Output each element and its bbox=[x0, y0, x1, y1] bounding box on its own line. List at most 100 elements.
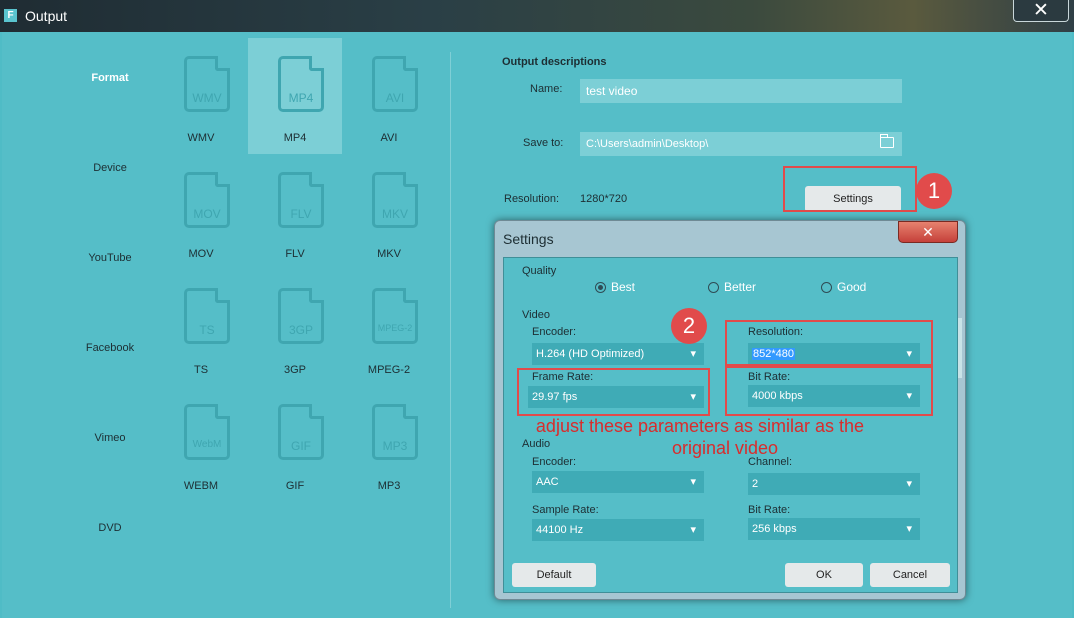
category-youtube[interactable]: YouTube bbox=[62, 252, 158, 264]
audio-bit-rate-value: 256 kbps bbox=[752, 523, 797, 535]
highlight-box-resolution bbox=[725, 320, 933, 366]
radio-icon bbox=[821, 281, 832, 293]
file-icon: WMV bbox=[184, 56, 230, 112]
format-mp3[interactable]: MP3 MP3 bbox=[342, 386, 436, 502]
cancel-button[interactable]: Cancel bbox=[870, 563, 950, 587]
resolution-label: Resolution: bbox=[504, 193, 560, 205]
video-section-label: Video bbox=[522, 309, 550, 321]
save-path-input[interactable]: C:\Users\admin\Desktop\ bbox=[580, 132, 902, 156]
file-icon-text: AVI bbox=[385, 91, 405, 105]
file-icon: MP3 bbox=[372, 404, 418, 460]
video-encoder-select[interactable]: H.264 (HD Optimized) ▾ bbox=[532, 343, 704, 365]
category-format[interactable]: Format bbox=[62, 72, 158, 84]
chevron-down-icon: ▾ bbox=[690, 348, 696, 360]
dialog-title: Settings bbox=[503, 231, 554, 247]
format-label: TS bbox=[193, 364, 209, 376]
category-dvd[interactable]: DVD bbox=[62, 522, 158, 534]
name-label: Name: bbox=[530, 83, 563, 95]
format-label: WEBM bbox=[183, 480, 219, 492]
close-window-button[interactable]: ✕ bbox=[1013, 0, 1069, 22]
sample-rate-label: Sample Rate: bbox=[532, 504, 599, 516]
folder-icon[interactable] bbox=[880, 134, 894, 148]
file-icon-text: MPEG-2 bbox=[377, 323, 413, 333]
radio-selected-icon bbox=[595, 281, 606, 293]
video-encoder-value: H.264 (HD Optimized) bbox=[536, 348, 645, 360]
output-descriptions-title: Output descriptions bbox=[502, 56, 607, 68]
panel-divider bbox=[450, 52, 451, 608]
file-icon: MP4 bbox=[278, 56, 324, 112]
channel-value: 2 bbox=[752, 478, 759, 490]
file-icon: 3GP bbox=[278, 288, 324, 344]
save-to-label: Save to: bbox=[523, 137, 564, 149]
format-label: WMV bbox=[187, 132, 215, 144]
format-label: MKV bbox=[377, 248, 401, 260]
audio-bit-rate-label: Bit Rate: bbox=[748, 504, 791, 516]
file-icon: MOV bbox=[184, 172, 230, 228]
app-logo-icon: F bbox=[4, 9, 17, 22]
resolution-value: 1280*720 bbox=[580, 193, 628, 205]
file-icon-text: WMV bbox=[192, 91, 222, 105]
step-1-badge: 1 bbox=[916, 173, 952, 209]
file-icon: WebM bbox=[184, 404, 230, 460]
channel-select[interactable]: 2 ▾ bbox=[748, 473, 920, 495]
file-icon-text: 3GP bbox=[288, 323, 313, 337]
file-icon: MKV bbox=[372, 172, 418, 228]
format-ts[interactable]: TS TS bbox=[154, 270, 248, 386]
file-icon-text: MP4 bbox=[288, 91, 314, 105]
format-mp4[interactable]: MP4 MP4 bbox=[248, 38, 342, 154]
format-label: FLV bbox=[285, 248, 305, 260]
quality-good-label: Good bbox=[837, 280, 867, 294]
file-icon-text: GIF bbox=[291, 439, 311, 453]
annotation-note-line1: adjust these parameters as similar as th… bbox=[535, 416, 865, 436]
audio-bit-rate-select[interactable]: 256 kbps ▾ bbox=[748, 518, 920, 540]
format-label: MP3 bbox=[377, 480, 401, 492]
format-avi[interactable]: AVI AVI bbox=[342, 38, 436, 154]
default-button[interactable]: Default bbox=[512, 563, 596, 587]
highlight-box-frame-rate bbox=[517, 368, 710, 416]
highlight-box-bit-rate bbox=[725, 366, 933, 416]
quality-good-radio[interactable]: Good bbox=[821, 280, 866, 294]
annotation-note-line2: original video bbox=[671, 438, 779, 458]
video-encoder-label: Encoder: bbox=[532, 326, 577, 338]
name-input[interactable]: test video bbox=[580, 79, 902, 103]
format-label: MP4 bbox=[283, 132, 307, 144]
category-vimeo[interactable]: Vimeo bbox=[62, 432, 158, 444]
format-mov[interactable]: MOV MOV bbox=[154, 154, 248, 270]
step-2-badge: 2 bbox=[671, 308, 707, 344]
format-wmv[interactable]: WMV WMV bbox=[154, 38, 248, 154]
ok-button[interactable]: OK bbox=[785, 563, 863, 587]
format-flv[interactable]: FLV FLV bbox=[248, 154, 342, 270]
quality-better-label: Better bbox=[724, 280, 757, 294]
dialog-close-button[interactable]: ✕ bbox=[898, 221, 958, 243]
audio-encoder-select[interactable]: AAC ▾ bbox=[532, 471, 704, 493]
format-gif[interactable]: GIF GIF bbox=[248, 386, 342, 502]
sample-rate-value: 44100 Hz bbox=[536, 524, 584, 536]
chevron-down-icon: ▾ bbox=[906, 478, 912, 490]
format-mkv[interactable]: MKV MKV bbox=[342, 154, 436, 270]
file-icon: AVI bbox=[372, 56, 418, 112]
format-3gp[interactable]: 3GP 3GP bbox=[248, 270, 342, 386]
format-mpeg2[interactable]: MPEG-2 MPEG-2 bbox=[342, 270, 436, 386]
file-icon-text: WebM bbox=[192, 439, 222, 450]
file-icon-text: MP3 bbox=[382, 439, 408, 453]
highlight-box-settings bbox=[783, 166, 917, 212]
format-label: GIF bbox=[285, 480, 305, 492]
audio-encoder-value: AAC bbox=[536, 476, 559, 488]
file-icon-text: FLV bbox=[290, 207, 312, 221]
radio-icon bbox=[708, 281, 719, 293]
scrollbar[interactable] bbox=[958, 318, 962, 378]
quality-best-label: Best bbox=[611, 280, 636, 294]
file-icon: FLV bbox=[278, 172, 324, 228]
format-webm[interactable]: WebM WEBM bbox=[154, 386, 248, 502]
window-title: Output bbox=[25, 8, 68, 24]
sample-rate-select[interactable]: 44100 Hz ▾ bbox=[532, 519, 704, 541]
quality-better-radio[interactable]: Better bbox=[708, 280, 756, 294]
quality-best-radio[interactable]: Best bbox=[595, 280, 635, 294]
format-label: MOV bbox=[188, 248, 214, 260]
title-bar: F Output ✕ bbox=[0, 0, 1074, 32]
file-icon-text: TS bbox=[199, 323, 215, 337]
category-device[interactable]: Device bbox=[62, 162, 158, 174]
chevron-down-icon: ▾ bbox=[690, 524, 696, 536]
format-label: MPEG-2 bbox=[367, 364, 411, 376]
category-facebook[interactable]: Facebook bbox=[62, 342, 158, 354]
